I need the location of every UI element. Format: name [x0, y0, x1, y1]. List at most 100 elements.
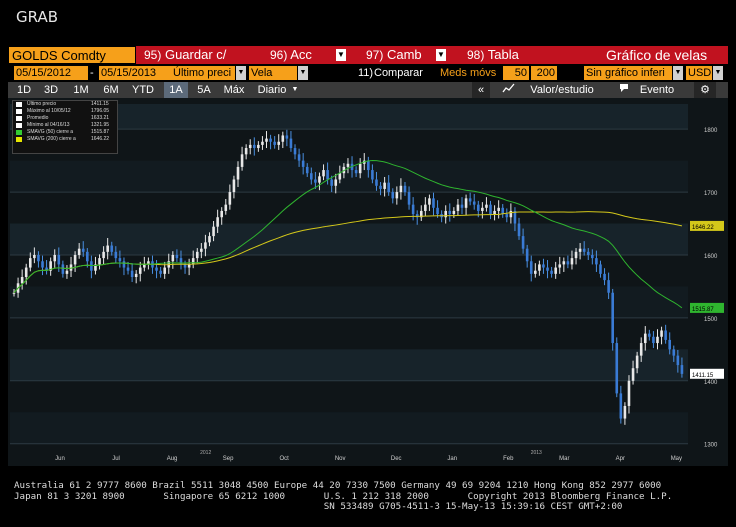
- actions-button[interactable]: 96) Acc: [270, 46, 312, 64]
- candle-body: [236, 166, 240, 180]
- lower-chart-select[interactable]: Sin gráfico inferi: [584, 66, 672, 80]
- range-3d[interactable]: 3D: [38, 82, 64, 98]
- currency-select[interactable]: USD: [686, 66, 712, 80]
- table-button[interactable]: 98) Tabla: [467, 46, 519, 64]
- candle-body: [224, 204, 228, 211]
- y-tick-label: 1700: [704, 191, 718, 197]
- lower-chart-dropdown-icon[interactable]: ▼: [673, 66, 683, 80]
- ticker-field[interactable]: GOLDS Comdty: [8, 46, 136, 64]
- price-field-dropdown-icon[interactable]: ▼: [236, 66, 246, 80]
- range-ytd[interactable]: YTD: [128, 82, 158, 98]
- range-1a[interactable]: 1A: [164, 82, 188, 98]
- gear-icon[interactable]: ⚙: [694, 82, 716, 98]
- legend-label: SMAVG (50) cierre a: [27, 129, 74, 135]
- candle-body: [281, 135, 285, 142]
- candle-body: [660, 330, 663, 337]
- moving-averages-label[interactable]: Meds móvs: [440, 66, 500, 80]
- x-tick-label: Sep: [223, 456, 234, 462]
- save-button[interactable]: 95) Guardar c/: [144, 46, 226, 64]
- candle-body: [529, 261, 533, 274]
- candle-body: [595, 258, 598, 265]
- candle-body: [212, 226, 215, 237]
- candle-body: [240, 154, 244, 167]
- candle-body: [599, 264, 602, 274]
- candle-body: [338, 173, 342, 180]
- y-tick-label: 1800: [704, 128, 718, 134]
- candle-body: [208, 236, 211, 243]
- candle-body: [395, 192, 399, 199]
- legend-value: 1321.95: [91, 122, 110, 128]
- range-1d[interactable]: 1D: [12, 82, 36, 98]
- candle-body: [37, 254, 40, 262]
- footer-contacts: Australia 61 2 9777 8600 Brazil 5511 304…: [14, 480, 724, 513]
- chart-type-dropdown-icon[interactable]: ▼: [298, 66, 308, 80]
- footer-line-3: SN 533489 G705-4511-3 15-May-13 15:39:16…: [14, 501, 623, 512]
- period-dropdown-icon[interactable]: ▼: [290, 84, 300, 96]
- candle-body: [310, 173, 313, 180]
- candle-body: [574, 251, 578, 259]
- event-button[interactable]: Evento: [632, 82, 682, 98]
- range-max[interactable]: Máx: [220, 82, 248, 98]
- end-date-input[interactable]: 05/15/2013: [99, 66, 173, 80]
- range-1m[interactable]: 1M: [68, 82, 94, 98]
- candle-body: [134, 273, 138, 277]
- candle-body: [322, 170, 325, 177]
- candle-body: [481, 207, 484, 211]
- candle-body: [676, 355, 680, 366]
- year-label: 2012: [200, 450, 211, 456]
- change-button-number: 97): [366, 48, 384, 62]
- legend-value: 1411.15: [91, 101, 109, 107]
- compare-button[interactable]: Comparar: [374, 66, 434, 80]
- candle-body: [672, 349, 676, 356]
- candle-body: [432, 198, 435, 208]
- candle-body: [77, 248, 81, 255]
- candle-body: [273, 141, 276, 145]
- candle-body: [643, 333, 647, 344]
- candle-body: [110, 245, 114, 252]
- candle-body: [106, 245, 109, 252]
- event-icon[interactable]: [616, 82, 632, 98]
- candle-body: [12, 292, 16, 294]
- start-date-input[interactable]: 05/15/2012: [14, 66, 88, 80]
- price-field-select[interactable]: Último preci: [171, 66, 235, 80]
- legend-value: 1796.05: [91, 108, 110, 114]
- back-button[interactable]: «: [472, 82, 490, 98]
- candle-body: [582, 248, 586, 252]
- legend-label: Mínimo al 04/16/13: [27, 122, 70, 128]
- legend-label: Máximo al 10/05/12: [27, 108, 71, 114]
- change-dropdown-icon[interactable]: ▼: [436, 49, 446, 61]
- x-tick-label: Nov: [335, 456, 346, 462]
- candle-body: [261, 141, 264, 145]
- chart-type-select[interactable]: Vela: [249, 66, 297, 80]
- candle-body: [24, 267, 28, 277]
- background-band: [10, 412, 688, 444]
- candle-body: [635, 355, 639, 369]
- candle-body: [143, 264, 146, 268]
- range-6m[interactable]: 6M: [98, 82, 124, 98]
- candle-body: [562, 261, 566, 265]
- candle-body: [367, 160, 370, 171]
- candle-body: [301, 160, 305, 167]
- study-icon[interactable]: [500, 82, 518, 98]
- save-button-number: 95): [144, 48, 162, 62]
- candle-body: [648, 333, 651, 337]
- value-study-button[interactable]: Valor/estudio: [520, 82, 604, 98]
- candle-body: [668, 339, 672, 350]
- change-button[interactable]: 97) Camb: [366, 46, 422, 64]
- currency-dropdown-icon[interactable]: ▼: [713, 66, 723, 80]
- candle-body: [326, 170, 329, 180]
- actions-dropdown-icon[interactable]: ▼: [336, 49, 346, 61]
- mavg-short-input[interactable]: 50: [503, 66, 529, 80]
- candle-body: [318, 176, 321, 183]
- mavg-long-input[interactable]: 200: [531, 66, 557, 80]
- candle-body: [652, 336, 655, 344]
- table-button-label: Tabla: [487, 47, 519, 62]
- candle-body: [436, 207, 439, 215]
- legend-item: Máximo al 10/05/12 1796.05: [13, 108, 117, 115]
- candle-body: [200, 248, 203, 252]
- period-select[interactable]: Diario: [251, 82, 293, 98]
- candle-body: [603, 273, 606, 281]
- window-title: GRAB: [16, 8, 58, 26]
- toolbar: GOLDS Comdty 95) Guardar c/ 96) Acc ▼ 97…: [8, 46, 728, 64]
- range-5a[interactable]: 5A: [192, 82, 216, 98]
